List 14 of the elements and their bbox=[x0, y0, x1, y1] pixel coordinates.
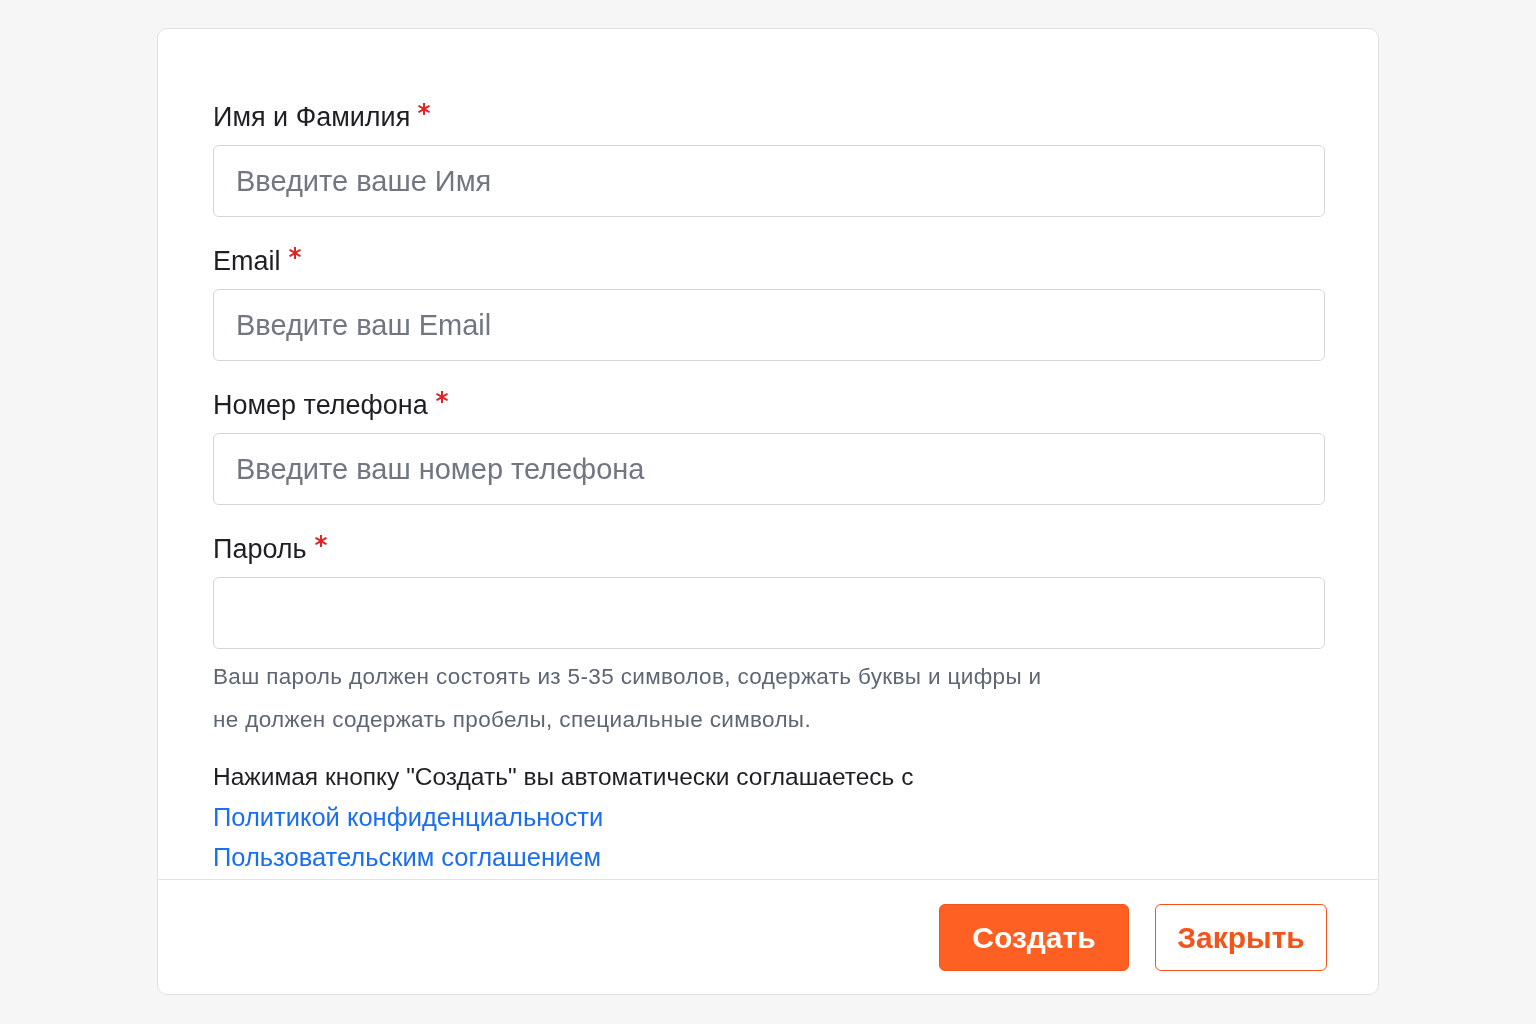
input-field[interactable] bbox=[213, 577, 1325, 649]
field-label: Email bbox=[213, 245, 281, 278]
policy-link[interactable]: Пользовательским соглашением bbox=[213, 837, 601, 877]
field-label: Пароль bbox=[213, 533, 307, 566]
password-hint: Ваш пароль должен состоять из 5-35 символов, содержать буквы и цифры и не должен содержать пробелы, специальные символы. bbox=[213, 663, 1043, 734]
input-field[interactable]: Введите ваше Имя bbox=[213, 145, 1325, 217]
create-button[interactable]: Создать bbox=[939, 904, 1129, 971]
close-button[interactable]: Закрыть bbox=[1155, 904, 1327, 971]
agreement-text: Нажимая кнопку "Создать" вы автоматически соглашаетесь с bbox=[213, 762, 914, 792]
field-label: Номер телефона bbox=[213, 389, 428, 422]
input-field[interactable]: Введите ваш номер телефона bbox=[213, 433, 1325, 505]
policy-link[interactable]: Политикой конфиденциальности bbox=[213, 797, 604, 837]
field-label: Имя и Фамилия bbox=[213, 101, 411, 134]
input-field[interactable]: Введите ваш Email bbox=[213, 289, 1325, 361]
